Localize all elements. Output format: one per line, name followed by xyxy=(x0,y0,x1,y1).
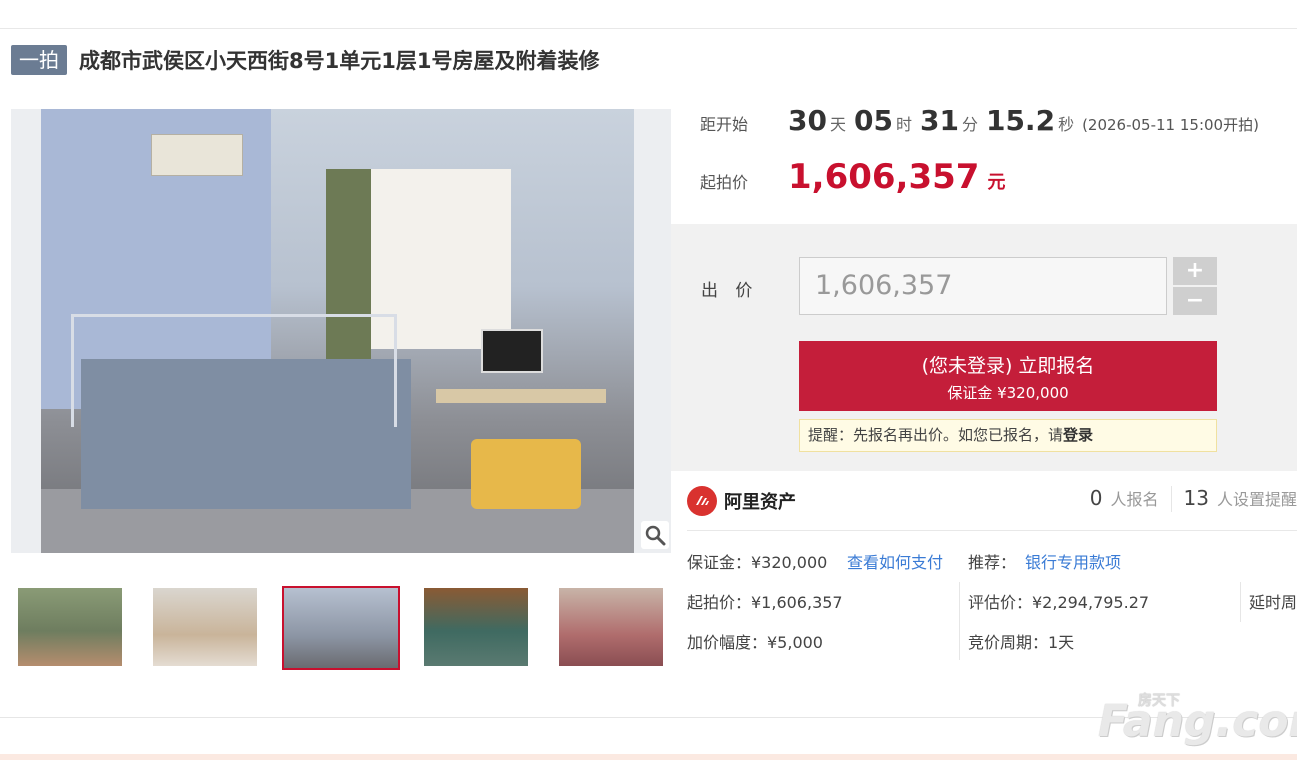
ali-assets-row: 阿里资产 0 人报名 13 人设置提醒 xyxy=(687,484,1297,518)
signup-count: 0 xyxy=(1089,486,1103,510)
top-divider xyxy=(0,28,1297,29)
countdown-seconds: 15.2 xyxy=(985,104,1056,137)
recommend-label: 推荐： xyxy=(968,553,1017,572)
countdown: 距开始 30 天 05 时 31 分 15.2 秒 (2026-05-11 15… xyxy=(700,104,1259,137)
thumbnail-2[interactable] xyxy=(153,588,257,666)
thumbnail-4[interactable] xyxy=(424,588,528,666)
countdown-minutes: 31 xyxy=(919,104,959,137)
auction-cycle: 竞价周期：1天 xyxy=(968,633,1075,652)
stats-divider xyxy=(1170,486,1172,512)
signup-button-label: (您未登录) 立即报名 xyxy=(921,355,1095,377)
page-title: 成都市武侯区小天西街8号1单元1层1号房屋及附着装修 xyxy=(79,49,600,73)
info-divider xyxy=(687,530,1297,531)
login-link[interactable]: 登录 xyxy=(1063,426,1093,444)
start-time: (2026-05-11 15:00开拍) xyxy=(1082,116,1259,134)
watermark-sub: 房天下 xyxy=(1138,693,1180,709)
bid-increment: 加价幅度：¥5,000 xyxy=(687,633,823,652)
countdown-label: 距开始 xyxy=(700,115,749,134)
countdown-hours-unit: 时 xyxy=(895,115,912,134)
countdown-hours: 05 xyxy=(854,104,893,137)
fang-watermark: Fang.com 房天下 xyxy=(1098,690,1297,747)
title-row: 一拍 成都市武侯区小天西街8号1单元1层1号房屋及附着装修 xyxy=(11,44,599,76)
bank-payment-link[interactable]: 银行专用款项 xyxy=(1025,549,1121,573)
auction-round-tag: 一拍 xyxy=(11,45,67,75)
decrease-bid-button[interactable]: − xyxy=(1173,287,1217,315)
thumbnail-5[interactable] xyxy=(559,588,663,666)
column-divider-1 xyxy=(959,582,960,660)
start-price-label: 起拍价 xyxy=(700,173,749,192)
countdown-days-unit: 天 xyxy=(829,115,846,134)
bottom-band xyxy=(0,754,1297,760)
bid-amount-input[interactable] xyxy=(799,257,1167,315)
watermark-main: Fang.com xyxy=(1098,696,1297,747)
deposit-info: 保证金：¥320,000 xyxy=(687,553,828,572)
signup-button[interactable]: (您未登录) 立即报名 保证金 ¥320,000 xyxy=(799,341,1217,411)
main-photo[interactable] xyxy=(11,109,671,553)
bid-label: 出 价 xyxy=(701,281,759,301)
increase-bid-button[interactable]: + xyxy=(1173,257,1217,285)
reminder-count: 13 xyxy=(1183,486,1209,510)
appraisal-price: 评估价：¥2,294,795.27 xyxy=(968,593,1150,612)
countdown-days: 30 xyxy=(788,104,827,137)
how-to-pay-link[interactable]: 查看如何支付 xyxy=(847,549,943,573)
ali-assets-logo-icon xyxy=(687,486,717,516)
countdown-seconds-unit: 秒 xyxy=(1058,115,1075,134)
thumbnail-1[interactable] xyxy=(18,588,122,666)
start-price-value: 1,606,357 xyxy=(788,157,980,197)
reminder-count-label: 人设置提醒 xyxy=(1216,490,1297,509)
delay-cycle: 延时周 xyxy=(1249,593,1297,612)
column-divider-2 xyxy=(1240,582,1241,622)
ali-assets-name: 阿里资产 xyxy=(724,492,796,513)
start-price-unit: 元 xyxy=(987,172,1006,193)
zoom-icon[interactable] xyxy=(641,521,669,549)
signup-deposit-label: 保证金 ¥320,000 xyxy=(947,384,1069,402)
auction-stats: 0 人报名 13 人设置提醒 xyxy=(1090,486,1297,512)
countdown-minutes-unit: 分 xyxy=(961,115,978,134)
thumbnail-3-selected[interactable] xyxy=(282,586,400,670)
login-notice: 提醒：先报名再出价。如您已报名，请登录 xyxy=(799,419,1217,452)
bid-panel: 出 价 + − (您未登录) 立即报名 保证金 ¥320,000 提醒：先报名再… xyxy=(671,224,1297,471)
detail-start-price: 起拍价：¥1,606,357 xyxy=(687,593,843,612)
start-price-row: 起拍价 1,606,357 元 xyxy=(700,157,1005,197)
signup-count-label: 人报名 xyxy=(1110,490,1159,509)
room-photo xyxy=(41,109,634,553)
notice-text: 提醒：先报名再出价。如您已报名，请 xyxy=(808,426,1064,444)
